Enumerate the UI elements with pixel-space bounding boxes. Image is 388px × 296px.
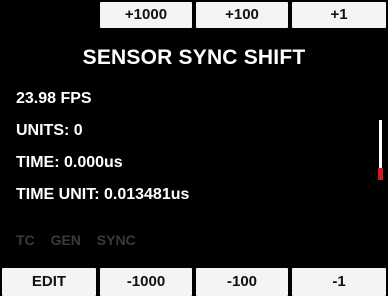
scroll-position-marker [378, 168, 383, 180]
plus-100-button[interactable]: +100 [196, 2, 288, 28]
minus-100-button[interactable]: -100 [196, 268, 288, 296]
softkey-top-1 [2, 2, 96, 28]
units-readout: UNITS: 0 [16, 122, 83, 139]
tc-status: TC [16, 232, 35, 248]
page-title: SENSOR SYNC SHIFT [82, 46, 306, 69]
sync-status: SYNC [96, 232, 136, 248]
sensor-sync-shift-screen: +1000 +100 +1 SENSOR SYNC SHIFT 23.98 FP… [0, 0, 388, 296]
scroll-thumb [379, 120, 382, 172]
top-softkey-bar: +1000 +100 +1 [0, 0, 388, 28]
time-readout: TIME: 0.000us [16, 154, 123, 171]
plus-1-button[interactable]: +1 [292, 2, 386, 28]
edit-button[interactable]: EDIT [2, 268, 96, 296]
plus-1000-button[interactable]: +1000 [100, 2, 192, 28]
status-indicators: TC GEN SYNC [16, 232, 148, 248]
time-unit-readout: TIME UNIT: 0.013481us [16, 186, 190, 203]
gen-status: GEN [50, 232, 81, 248]
scroll-indicator [378, 118, 384, 190]
frame-rate-readout: 23.98 FPS [16, 90, 92, 107]
minus-1-button[interactable]: -1 [292, 268, 386, 296]
minus-1000-button[interactable]: -1000 [100, 268, 192, 296]
bottom-softkey-bar: EDIT -1000 -100 -1 [0, 268, 388, 296]
